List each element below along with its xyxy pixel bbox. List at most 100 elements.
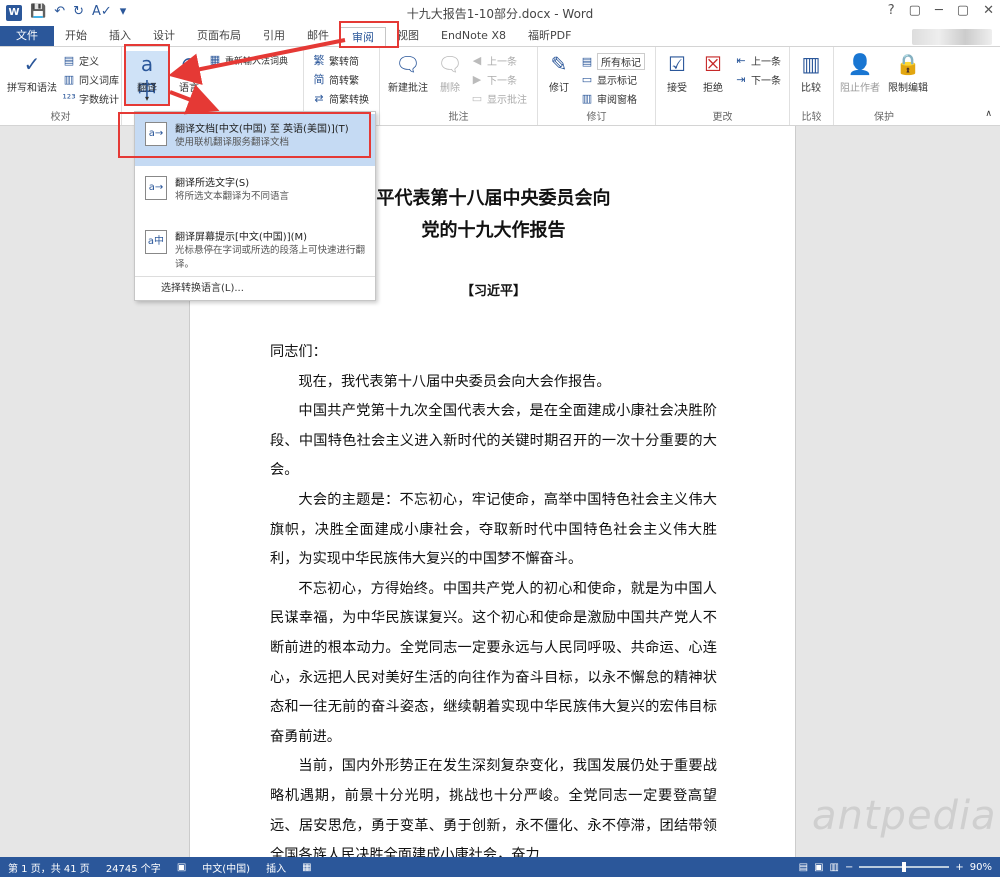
user-account[interactable] [912, 29, 992, 45]
trad-to-simp-icon: 繁 [313, 53, 325, 67]
read-mode-icon[interactable]: ▤ [799, 862, 808, 873]
save-icon[interactable]: 💾 [30, 4, 46, 19]
reject-button[interactable]: ☒ 拒绝 [696, 51, 730, 94]
convert-icon: ⇄ [314, 91, 324, 105]
new-comment-button[interactable]: 🗨 新建批注 [384, 51, 432, 94]
zoom-slider[interactable] [859, 862, 950, 872]
collapse-ribbon-icon[interactable]: ∧ [985, 109, 992, 119]
word-count-button[interactable]: ¹²³ 字数统计 [62, 91, 119, 107]
watermark: antpedia [812, 793, 997, 839]
zoom-level[interactable]: 90% [970, 862, 992, 873]
spelling-icon[interactable]: A✓ [92, 4, 112, 19]
language-button[interactable]: ⊕ 语言 [172, 51, 206, 94]
translate-screentip-item[interactable]: a中 翻译屏幕提示[中文(中国)](M) 光标悬停在字词或所选的段落上可快速进行… [135, 222, 375, 274]
tab-foxit-pdf[interactable]: 福昕PDF [517, 26, 582, 46]
dictionary-icon: ▦ [209, 53, 221, 66]
show-markup-button[interactable]: ▭ 显示标记 [580, 72, 637, 88]
annotation-box-review-tab [339, 21, 399, 48]
translate-selection-icon: a→ [145, 176, 167, 200]
tab-design[interactable]: 设计 [142, 26, 186, 46]
prev-change-button[interactable]: ⇤ 上一条 [734, 53, 781, 69]
track-changes-icon: ✎ [550, 52, 568, 76]
prev-comment-button[interactable]: ◀ 上一条 [470, 53, 517, 69]
choose-translation-language-item[interactable]: 选择转换语言(L)... [135, 276, 375, 300]
show-comments-button[interactable]: ▭ 显示批注 [470, 91, 527, 107]
paragraph: 中国共产党第十九次全国代表大会，是在全面建成小康社会决胜阶段、中国特色社会主义进… [270, 403, 717, 479]
macro-icon[interactable]: ▦ [294, 862, 319, 873]
print-layout-icon[interactable]: ▣ [814, 862, 823, 873]
annotation-box-translate-button [124, 44, 170, 106]
restrict-editing-button[interactable]: 🔒 限制编辑 [884, 51, 932, 94]
qat-customize-icon[interactable]: ▾ [120, 4, 127, 19]
next-change-icon: ⇥ [736, 72, 746, 86]
to-simplified-button[interactable]: 繁繁转简 [312, 53, 360, 69]
paragraph: 大会的主题是：不忘初心，牢记使命，高举中国特色社会主义伟大旗帜，决胜全面建成小康… [270, 491, 717, 568]
compare-button[interactable]: ▥ 比较 [794, 51, 828, 94]
group-label-comments: 批注 [448, 112, 469, 123]
zoom-in-icon[interactable]: + [955, 862, 963, 873]
zoom-slider-thumb[interactable] [902, 862, 907, 872]
annotation-box-translate-document [118, 112, 371, 158]
lock-icon: 🔒 [895, 52, 921, 76]
tab-insert[interactable]: 插入 [98, 26, 142, 46]
review-pane-button[interactable]: ▥ 审阅窗格 [580, 91, 637, 107]
group-label-protect: 保护 [874, 112, 894, 123]
redo-icon[interactable]: ↻ [73, 4, 84, 19]
block-authors-button[interactable]: 👤 阻止作者 [836, 51, 884, 94]
paragraph: 当前，国内外形势正在发生深刻复杂变化，我国发展仍处于重要战略机遇期，前景十分光明… [270, 758, 717, 864]
book-icon: ▤ [63, 53, 75, 67]
ribbon-display-icon[interactable]: ▢ [909, 3, 921, 18]
tab-references[interactable]: 引用 [252, 26, 296, 46]
proofing-status-icon[interactable]: ▣ [169, 862, 194, 873]
accept-icon: ☑ [668, 52, 686, 76]
tab-endnote[interactable]: EndNote X8 [430, 26, 517, 46]
markup-select[interactable]: ▤ 所有标记 [580, 53, 645, 70]
language-indicator[interactable]: 中文(中国) [194, 860, 258, 875]
chinese-conversion-button[interactable]: ⇄ 简繁转换 [312, 91, 369, 107]
insert-mode-indicator[interactable]: 插入 [258, 860, 294, 875]
document-body: 同志们： 现在，我代表第十八届中央委员会向大会作报告。 中国共产党第十九次全国代… [270, 338, 717, 871]
zoom-out-icon[interactable]: − [845, 862, 853, 873]
prev-change-icon: ⇤ [736, 53, 746, 67]
window-controls: ? ▢ ─ ▢ ✕ [888, 3, 994, 18]
word-window: W 💾 ↶ ↻ A✓ ▾ 十九大报告1-10部分.docx - Word ? ▢… [0, 0, 1000, 877]
word-count-icon: ¹²³ [62, 91, 76, 105]
define-button[interactable]: ▤ 定义 [62, 53, 99, 69]
accept-button[interactable]: ☑ 接受 [660, 51, 694, 94]
translate-selection-item[interactable]: a→ 翻译所选文字(S) 将所选文本翻译为不同语言 [135, 168, 375, 220]
paragraph: 同志们： [270, 344, 327, 360]
track-changes-button[interactable]: ✎ 修订 [542, 51, 576, 94]
maximize-icon[interactable]: ▢ [957, 3, 969, 18]
tab-home[interactable]: 开始 [54, 26, 98, 46]
delete-comment-button[interactable]: 🗨 删除 [432, 51, 468, 94]
group-label-tracking: 修订 [586, 112, 607, 123]
word-logo-icon: W [6, 5, 22, 21]
paragraph: 现在，我代表第十八届中央委员会向大会作报告。 [298, 373, 611, 390]
tab-layout[interactable]: 页面布局 [186, 26, 252, 46]
help-icon[interactable]: ? [888, 3, 895, 18]
page-indicator[interactable]: 第 1 页，共 41 页 [0, 860, 98, 875]
reconvert-button[interactable]: ▦ 重新输入法词典 [208, 53, 288, 67]
tab-mailings[interactable]: 邮件 [296, 26, 340, 46]
group-label-compare: 比较 [801, 112, 822, 123]
to-traditional-button[interactable]: 简简转繁 [312, 72, 360, 88]
web-layout-icon[interactable]: ▥ [830, 862, 839, 873]
mini-translator-icon: a中 [145, 230, 167, 254]
tab-file[interactable]: 文件 [0, 26, 54, 46]
minimize-icon[interactable]: ─ [935, 3, 943, 18]
undo-icon[interactable]: ↶ [54, 4, 65, 19]
group-protect: 👤 阻止作者 🔒 限制编辑 保护 [834, 47, 934, 125]
prev-comment-icon: ◀ [472, 53, 482, 67]
spelling-check-icon: ✓ [23, 52, 41, 76]
thesaurus-button[interactable]: ▥ 同义词库 [62, 72, 119, 88]
next-comment-icon: ▶ [472, 72, 482, 86]
close-icon[interactable]: ✕ [983, 3, 994, 18]
spelling-grammar-button[interactable]: ✓ 拼写和语法 [4, 51, 60, 94]
review-pane-icon: ▥ [581, 91, 593, 105]
thesaurus-icon: ▥ [63, 72, 75, 86]
next-comment-button[interactable]: ▶ 下一条 [470, 72, 517, 88]
next-change-button[interactable]: ⇥ 下一条 [734, 72, 781, 88]
zoom-controls: ▤ ▣ ▥ − + 90% [799, 857, 992, 877]
markup-icon: ▤ [581, 54, 593, 68]
word-count-indicator[interactable]: 24745 个字 [98, 860, 169, 875]
